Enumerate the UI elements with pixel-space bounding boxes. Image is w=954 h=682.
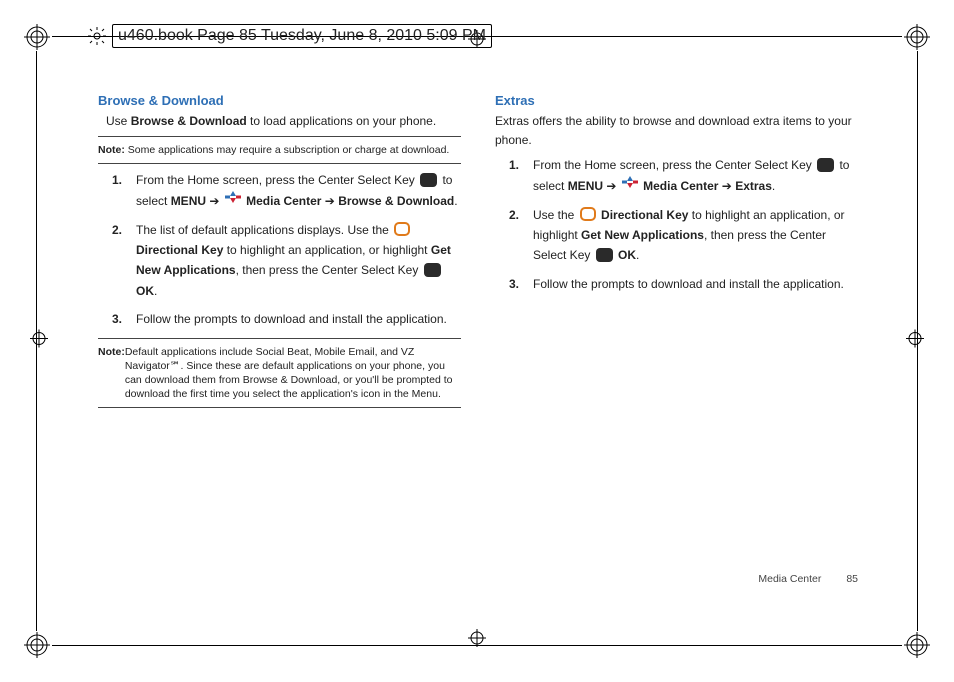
reg-mark-icon (904, 24, 930, 50)
section-heading-extras: Extras (495, 93, 858, 108)
right-column: Extras Extras offers the ability to brow… (495, 85, 858, 414)
divider (98, 163, 461, 164)
note-default-apps: Note: Default applications include Socia… (98, 345, 461, 402)
reg-mark-icon (24, 24, 50, 50)
step-1: 1. From the Home screen, press the Cente… (98, 170, 461, 211)
step-3: 3. Follow the prompts to download and in… (495, 274, 858, 294)
reg-mark-icon (24, 632, 50, 658)
step-1: 1. From the Home screen, press the Cente… (495, 155, 858, 196)
crop-cross-icon (30, 330, 48, 353)
center-select-key-icon (424, 263, 441, 277)
header-tag-text: u460.book Page 85 Tuesday, June 8, 2010 … (118, 27, 486, 45)
step-3: 3. Follow the prompts to download and in… (98, 309, 461, 329)
reg-mark-icon (904, 632, 930, 658)
divider (98, 407, 461, 408)
left-column: Browse & Download Use Browse & Download … (98, 85, 461, 414)
divider (98, 136, 461, 137)
steps-list: 1. From the Home screen, press the Cente… (98, 170, 461, 329)
media-center-icon (622, 175, 638, 195)
footer-page-number: 85 (846, 573, 858, 585)
crop-cross-icon (906, 330, 924, 353)
intro-text: Use Browse & Download to load applicatio… (106, 112, 461, 130)
directional-key-icon (394, 222, 410, 236)
sun-icon (88, 27, 106, 45)
page-content: Browse & Download Use Browse & Download … (98, 85, 858, 625)
step-2: 2. The list of default applications disp… (98, 220, 461, 302)
footer-section: Media Center (758, 573, 821, 585)
crop-hairline (917, 51, 918, 631)
center-select-key-icon (420, 173, 437, 187)
page-footer: Media Center 85 (758, 573, 858, 585)
center-select-key-icon (596, 248, 613, 262)
crop-hairline (36, 51, 37, 631)
intro-text: Extras offers the ability to browse and … (495, 112, 858, 149)
step-2: 2. Use the Directional Key to highlight … (495, 205, 858, 266)
steps-list: 1. From the Home screen, press the Cente… (495, 155, 858, 294)
crop-hairline (52, 645, 902, 646)
crop-cross-icon (468, 629, 486, 652)
note-subscription: Note: Some applications may require a su… (98, 143, 461, 157)
framemaker-header-tag: u460.book Page 85 Tuesday, June 8, 2010 … (88, 24, 492, 48)
directional-key-icon (580, 207, 596, 221)
divider (98, 338, 461, 339)
media-center-icon (225, 190, 241, 210)
center-select-key-icon (817, 158, 834, 172)
section-heading-browse-download: Browse & Download (98, 93, 461, 108)
